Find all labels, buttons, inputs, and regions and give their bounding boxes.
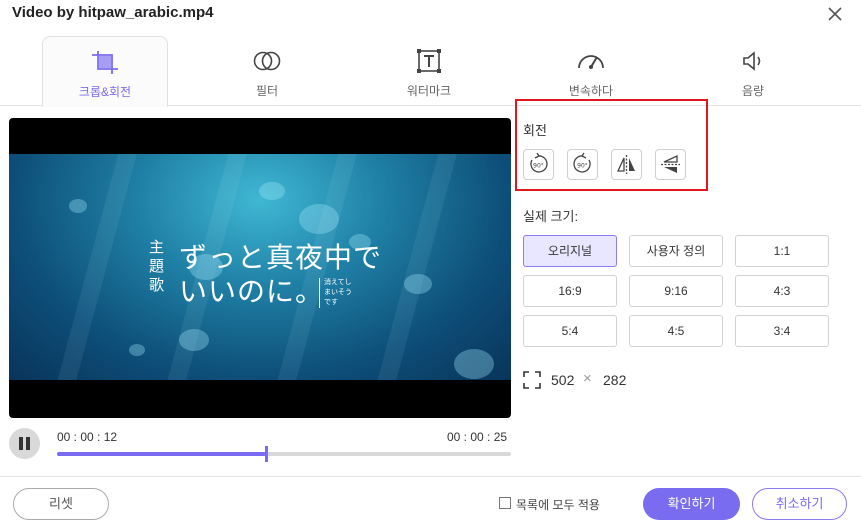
flip-vertical-icon bbox=[661, 154, 680, 173]
ratio-option-0[interactable]: 오리지널 bbox=[523, 235, 617, 267]
title-bar: Video by hitpaw_arabic.mp4 bbox=[0, 0, 861, 30]
ratio-option-8[interactable]: 3:4 bbox=[735, 315, 829, 347]
rotate-left-button[interactable]: 90° bbox=[523, 149, 554, 180]
tab-label: 크롭&회전 bbox=[78, 85, 132, 99]
cancel-button[interactable]: 취소하기 bbox=[752, 488, 847, 520]
flip-horizontal-button[interactable] bbox=[611, 149, 642, 180]
height-value: 282 bbox=[603, 372, 627, 388]
reset-button[interactable]: 리셋 bbox=[13, 488, 109, 520]
tab-watermark[interactable]: 워터마크 bbox=[366, 36, 492, 106]
video-caption-line2: いいのに。 bbox=[179, 275, 325, 308]
rotate-right-90-icon: 90° bbox=[573, 152, 591, 173]
flip-vertical-button[interactable] bbox=[655, 149, 686, 180]
fullscreen-icon bbox=[523, 371, 541, 389]
ratio-option-1[interactable]: 사용자 정의 bbox=[629, 235, 723, 267]
svg-text:90°: 90° bbox=[533, 163, 544, 170]
window-title: Video by hitpaw_arabic.mp4 bbox=[12, 4, 214, 21]
video-preview[interactable]: 主題歌 ずっと真夜中で いいのに。 消えてしまいそうです bbox=[9, 118, 511, 418]
ratio-option-5[interactable]: 4:3 bbox=[735, 275, 829, 307]
tab-label: 필터 bbox=[255, 84, 279, 98]
video-side-caption: 主題歌 bbox=[149, 238, 165, 294]
tab-bar: 크롭&회전 필터 워터마크 변속하다 음량 bbox=[0, 36, 861, 107]
width-value: 502 bbox=[551, 372, 575, 388]
size-label: 실제 크기: bbox=[523, 209, 579, 224]
tab-crop-rotate[interactable]: 크롭&회전 bbox=[42, 36, 168, 107]
ratio-option-2[interactable]: 1:1 bbox=[735, 235, 829, 267]
tab-speed[interactable]: 변속하다 bbox=[528, 36, 654, 106]
tab-label: 변속하다 bbox=[568, 84, 614, 98]
times-icon: × bbox=[583, 370, 592, 387]
ratio-option-6[interactable]: 5:4 bbox=[523, 315, 617, 347]
speedometer-icon bbox=[576, 48, 606, 74]
volume-icon bbox=[738, 48, 768, 74]
video-frame: 主題歌 ずっと真夜中で いいのに。 消えてしまいそうです bbox=[9, 154, 511, 380]
rotate-right-button[interactable]: 90° bbox=[567, 149, 598, 180]
tab-filter[interactable]: 필터 bbox=[204, 36, 330, 106]
close-icon[interactable] bbox=[825, 4, 845, 24]
apply-all-checkbox[interactable] bbox=[499, 497, 511, 509]
progress-slider[interactable] bbox=[57, 446, 511, 462]
total-time: 00 : 00 : 25 bbox=[447, 430, 508, 444]
rotate-label: 회전 bbox=[523, 123, 547, 138]
pause-button[interactable] bbox=[9, 428, 40, 459]
ratio-option-7[interactable]: 4:5 bbox=[629, 315, 723, 347]
watermark-icon bbox=[414, 48, 444, 74]
flip-horizontal-icon bbox=[616, 155, 635, 174]
filter-icon bbox=[252, 48, 282, 74]
progress-handle[interactable] bbox=[264, 446, 268, 462]
svg-text:90°: 90° bbox=[577, 163, 588, 170]
tab-volume[interactable]: 음량 bbox=[690, 36, 816, 106]
ratio-option-3[interactable]: 16:9 bbox=[523, 275, 617, 307]
progress-fill bbox=[57, 452, 266, 456]
tab-label: 음량 bbox=[741, 84, 765, 98]
confirm-button[interactable]: 확인하기 bbox=[643, 488, 740, 520]
video-small-caption: 消えてしまいそうです bbox=[319, 278, 357, 308]
footer-divider bbox=[0, 476, 861, 477]
apply-all-label: 목록에 모두 적용 bbox=[516, 498, 600, 512]
ratio-option-4[interactable]: 9:16 bbox=[629, 275, 723, 307]
rotate-left-90-icon: 90° bbox=[530, 152, 548, 173]
crop-icon bbox=[90, 49, 120, 75]
current-time: 00 : 00 : 12 bbox=[57, 430, 118, 444]
tab-label: 워터마크 bbox=[406, 84, 452, 98]
